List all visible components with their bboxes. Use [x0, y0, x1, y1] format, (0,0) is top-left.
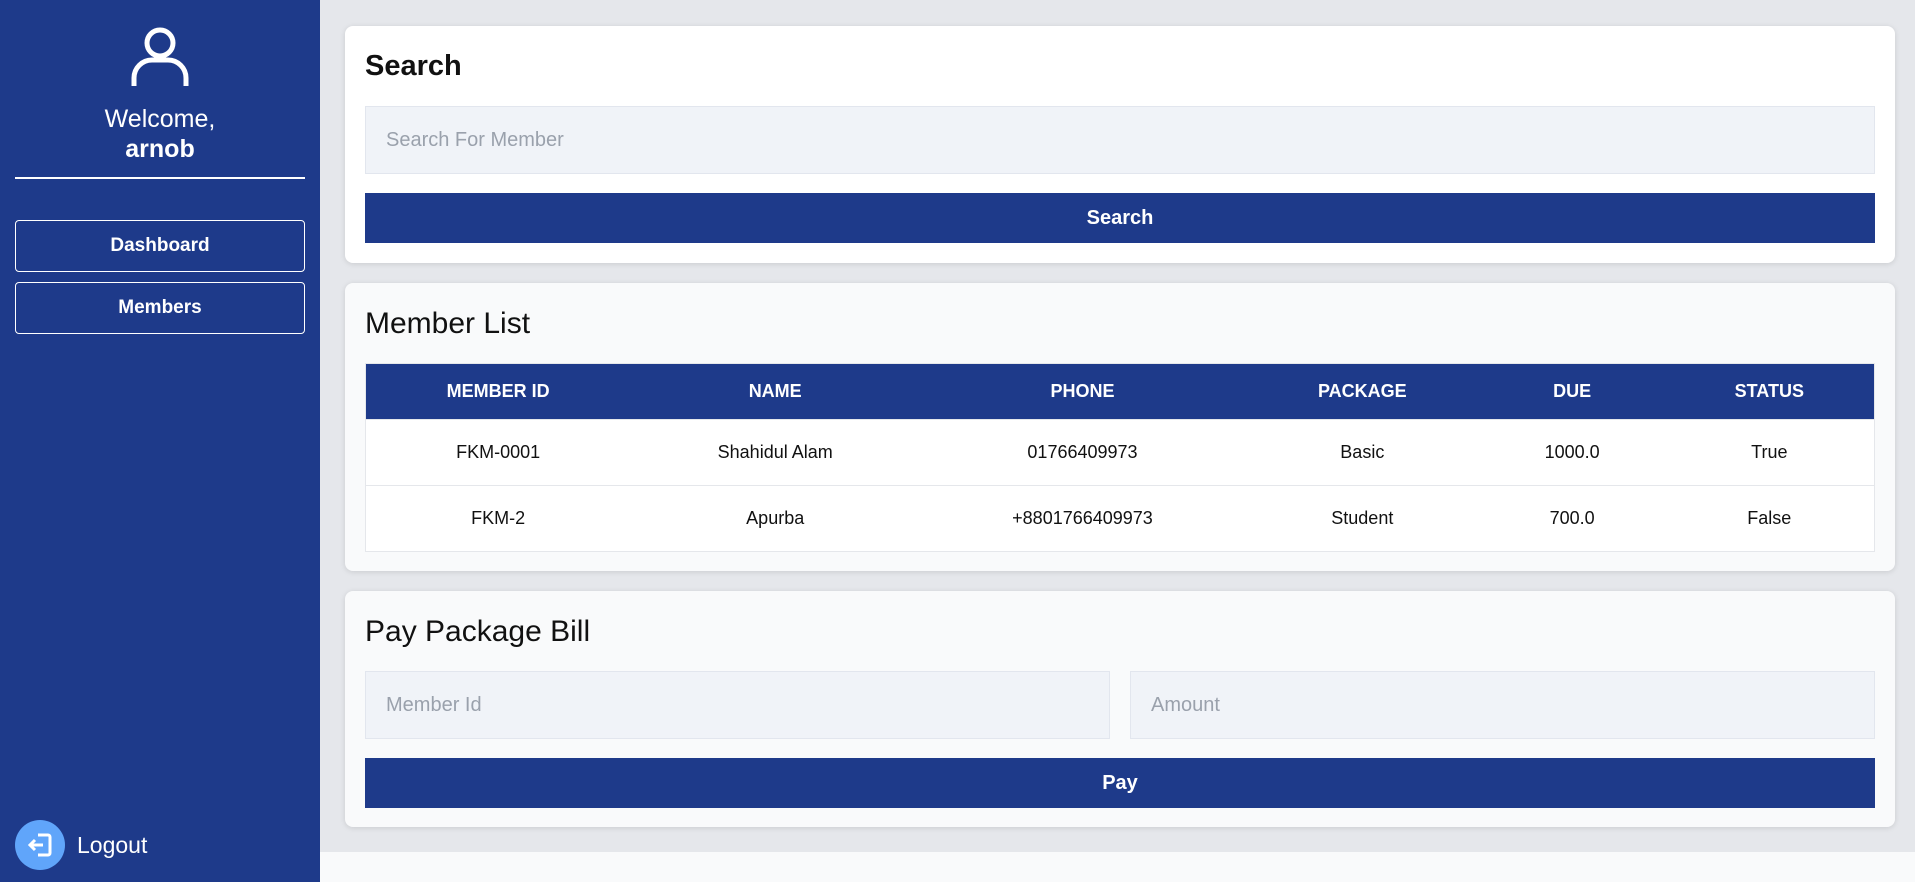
column-header: NAME: [630, 363, 921, 420]
search-input[interactable]: [365, 106, 1875, 174]
amount-field[interactable]: [1130, 671, 1875, 739]
package-cell: Basic: [1244, 419, 1480, 486]
welcome-label: Welcome,: [104, 105, 216, 133]
welcome-message: Welcome, arnob: [0, 104, 320, 164]
sidebar-item-members[interactable]: Members: [15, 282, 305, 334]
username: arnob: [125, 135, 195, 163]
search-card: Search Search: [345, 26, 1895, 263]
column-header: PACKAGE: [1244, 363, 1480, 420]
member-list-title: Member List: [365, 307, 531, 340]
name-cell: Apurba: [630, 485, 921, 552]
logout-button[interactable]: Logout: [15, 820, 147, 870]
name-cell: Shahidul Alam: [630, 419, 921, 486]
main-footer-strip: [320, 852, 1915, 882]
status-cell: True: [1664, 419, 1875, 486]
due-cell: 1000.0: [1479, 419, 1665, 486]
member-id-cell: FKM-0001: [365, 419, 631, 486]
pay-button[interactable]: Pay: [365, 758, 1875, 808]
sidebar-divider: [15, 177, 305, 179]
column-header: STATUS: [1664, 363, 1875, 420]
pay-bill-card: Pay Package Bill Pay: [345, 591, 1895, 827]
pay-bill-title: Pay Package Bill: [365, 615, 591, 648]
due-cell: 700.0: [1479, 485, 1665, 552]
search-title: Search: [365, 50, 462, 82]
status-cell: False: [1664, 485, 1875, 552]
logout-icon: [15, 820, 65, 870]
table-row: FKM-0001 Shahidul Alam 01766409973 Basic…: [365, 419, 1875, 486]
column-header: DUE: [1479, 363, 1665, 420]
package-cell: Student: [1244, 485, 1480, 552]
search-button[interactable]: Search: [365, 193, 1875, 243]
column-header: PHONE: [920, 363, 1245, 420]
user-icon: [131, 27, 189, 86]
sidebar-item-dashboard[interactable]: Dashboard: [15, 220, 305, 272]
sidebar: Welcome, arnob Dashboard Members Logout: [0, 0, 320, 882]
member-id-cell: FKM-2: [365, 485, 631, 552]
phone-cell: +8801766409973: [920, 485, 1245, 552]
phone-cell: 01766409973: [920, 419, 1245, 486]
member-list-card: Member List MEMBER ID NAME PHONE PACKAGE…: [345, 283, 1895, 571]
table-header-row: MEMBER ID NAME PHONE PACKAGE DUE STATUS: [365, 363, 1875, 420]
members-table: MEMBER ID NAME PHONE PACKAGE DUE STATUS …: [365, 363, 1875, 552]
logout-label: Logout: [77, 831, 148, 858]
table-row: FKM-2 Apurba +8801766409973 Student 700.…: [365, 485, 1875, 552]
member-id-field[interactable]: [365, 671, 1110, 739]
column-header: MEMBER ID: [365, 363, 631, 420]
